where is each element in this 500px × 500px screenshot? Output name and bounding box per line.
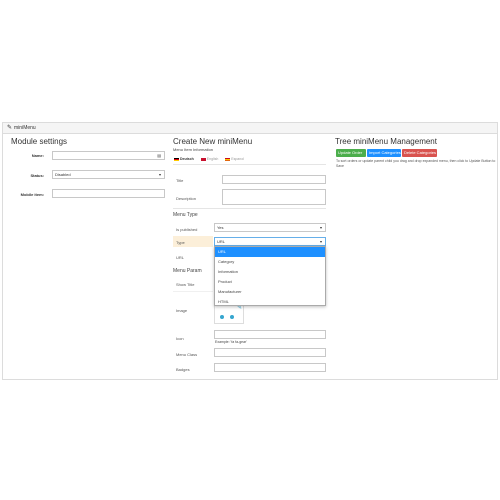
url-label: URL — [176, 255, 185, 260]
published-select[interactable]: Yes ▾ — [214, 223, 326, 232]
show-title-label: Show Title — [176, 282, 195, 287]
icon-label: Icon — [176, 336, 184, 341]
dropdown-option-html[interactable]: HTML — [215, 297, 325, 307]
menu-type-heading: Menu Type — [173, 212, 198, 218]
description-label: Description — [176, 196, 197, 201]
list-icon[interactable]: ▤ — [157, 152, 161, 159]
icon-example-hint: Example: 'fa fa-gear' — [215, 340, 247, 344]
badges-input[interactable] — [214, 363, 326, 372]
chevron-down-icon: ▾ — [158, 172, 161, 177]
tab-english[interactable]: English — [200, 157, 218, 161]
tab-espanol[interactable]: Espanol — [225, 157, 244, 161]
dropdown-option-category[interactable]: Category — [215, 257, 325, 267]
menu-class-input[interactable] — [214, 348, 326, 357]
flag-es-icon — [225, 157, 231, 161]
import-categories-button[interactable]: Import Categories — [367, 149, 401, 157]
tabs-divider — [173, 164, 326, 165]
mobile-item-label: Mobile item: — [20, 192, 44, 197]
description-textarea[interactable] — [222, 189, 326, 205]
module-settings-heading: Module settings — [11, 137, 68, 146]
update-order-button[interactable]: Update Order — [336, 149, 366, 157]
mobile-item-input[interactable] — [52, 189, 165, 198]
status-value: Disabled — [55, 172, 71, 177]
published-value: Yes — [217, 225, 224, 230]
status-label: Status: — [30, 173, 44, 178]
type-select[interactable]: URL ▾ — [214, 237, 326, 246]
chevron-down-icon: ▾ — [319, 225, 322, 230]
menu-class-label: Menu Class — [176, 352, 198, 357]
delete-categories-button[interactable]: Delete Categories — [402, 149, 437, 157]
name-label: Name: — [31, 153, 44, 158]
image-edit-dot[interactable] — [220, 315, 224, 319]
tree-heading: Tree miniMenu Management — [335, 137, 437, 146]
flag-en-icon — [200, 157, 206, 161]
status-select[interactable]: Disabled ▾ — [52, 170, 165, 179]
type-value: URL — [217, 239, 226, 244]
pencil-icon: ✎ — [7, 125, 13, 131]
tab-deutsch[interactable]: Deutsch — [174, 157, 194, 161]
badges-label: Badges — [176, 367, 190, 372]
section-divider — [173, 208, 326, 209]
tree-instructions: To sort orders or update parent child yo… — [336, 159, 496, 168]
panel-header: ✎ miniMenu — [3, 123, 497, 134]
row-divider — [173, 291, 213, 292]
dropdown-option-product[interactable]: Product — [215, 277, 325, 287]
language-tabs: Deutsch English Espanol — [174, 157, 250, 161]
dropdown-option-url[interactable]: URL — [215, 247, 325, 257]
image-label: Image — [176, 308, 188, 313]
title-input[interactable] — [222, 175, 326, 184]
flag-de-icon — [174, 157, 179, 161]
icon-input[interactable] — [214, 330, 326, 339]
title-label: Title — [176, 178, 184, 183]
type-label: Type — [176, 240, 185, 245]
chevron-down-icon: ▾ — [319, 239, 322, 244]
published-label: Is published — [176, 227, 198, 232]
dropdown-option-information[interactable]: Information — [215, 267, 325, 277]
menu-param-heading: Menu Param — [173, 268, 202, 274]
name-input[interactable]: ▤ — [52, 151, 165, 160]
dropdown-option-manufacturer[interactable]: Manufacturer — [215, 287, 325, 297]
type-dropdown-list: URL Category Information Product Manufac… — [214, 246, 326, 306]
create-heading: Create New miniMenu — [173, 137, 253, 146]
panel-title: miniMenu — [14, 125, 36, 131]
image-clear-dot[interactable] — [230, 315, 234, 319]
menu-item-info-subheading: Menu Item Information — [173, 147, 214, 152]
